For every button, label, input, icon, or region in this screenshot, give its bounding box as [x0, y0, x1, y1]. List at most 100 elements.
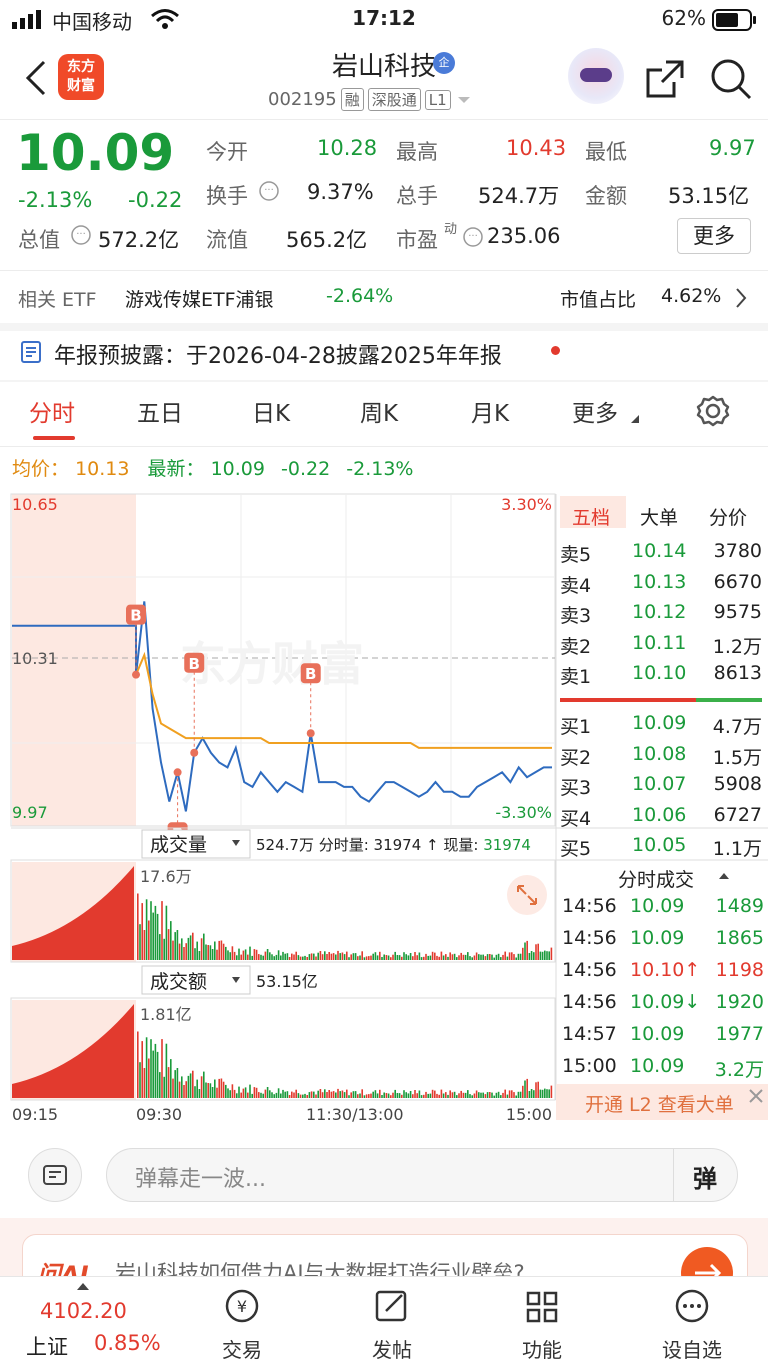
level-volume: 5908 — [713, 773, 762, 795]
change-amount: -0.22 — [128, 188, 183, 212]
buy-level-row[interactable]: 买5 10.05 1.1万 — [560, 834, 764, 864]
related-etf-row[interactable]: 相关 ETF 游戏传媒ETF浦银 -2.64% 市值占比 4.62% — [0, 271, 768, 323]
share-icon[interactable] — [644, 58, 686, 100]
close-icon[interactable] — [746, 1086, 766, 1106]
volume-bar — [467, 1090, 469, 1098]
volume-bar — [420, 957, 423, 960]
expand-icon[interactable] — [507, 875, 547, 915]
stock-subtitle[interactable]: 002195 融 深股通 L1 — [268, 88, 473, 111]
index-name[interactable]: 上证 — [26, 1331, 68, 1361]
volume-bar — [238, 1086, 240, 1098]
search-icon[interactable] — [708, 56, 754, 102]
volume-bar — [341, 1090, 344, 1098]
tab-five-day[interactable]: 五日 — [137, 394, 183, 428]
tab-daily-k[interactable]: 日K — [252, 394, 290, 428]
sell-level-row[interactable]: 卖3 10.12 9575 — [560, 601, 764, 631]
chat-list-icon — [43, 1165, 67, 1185]
danmu-toggle-button[interactable]: 弹 — [693, 1159, 717, 1194]
volume-bar — [196, 941, 198, 960]
volume-bar — [460, 952, 462, 960]
volume-bar — [500, 1095, 502, 1098]
comment-placeholder: 弹幕走一波... — [135, 1167, 266, 1192]
tab-more[interactable]: 更多 — [572, 394, 618, 428]
volume-bar — [167, 929, 170, 960]
ai-assistant-avatar[interactable] — [568, 48, 624, 104]
low-label: 最低 — [585, 140, 627, 164]
volume-bar — [517, 953, 520, 960]
tab-monthly-k[interactable]: 月K — [471, 394, 509, 428]
sell-pressure-bar — [560, 698, 696, 702]
tab-intraday[interactable]: 分时 — [29, 394, 75, 428]
market-cap-label: 总值 — [18, 228, 60, 252]
volume-bar — [187, 937, 190, 960]
volume-bar — [297, 1093, 300, 1098]
volume-bar — [330, 1091, 333, 1098]
settings-gear-icon[interactable] — [696, 394, 730, 428]
volume-bar — [172, 940, 174, 960]
orderbook-tab-big[interactable]: 大单 — [640, 503, 678, 530]
buy-level-row[interactable]: 买3 10.07 5908 — [560, 773, 764, 803]
volume-bar — [159, 934, 161, 960]
volume-bar — [526, 1078, 528, 1098]
sort-up-icon[interactable] — [718, 871, 730, 881]
buy-pressure-bar — [696, 698, 762, 702]
volume-bar — [407, 1093, 410, 1098]
level-label: 买1 — [560, 716, 592, 738]
sell-level-row[interactable]: 卖1 10.10 8613 — [560, 662, 764, 692]
volume-bar — [251, 955, 253, 960]
sell-level-row[interactable]: 卖5 10.14 3780 — [560, 540, 764, 570]
tab-trade[interactable]: ¥ 交易 — [192, 1287, 292, 1363]
tick-time: 14:56 — [562, 895, 617, 917]
last-label: 最新： — [147, 458, 205, 480]
volume-bar — [550, 947, 553, 960]
volume-bar — [200, 938, 203, 960]
ai-go-button[interactable] — [681, 1247, 733, 1278]
intraday-chart-area[interactable]: 东方财富 10.65 3.30% 10.31 9.97 -3.30% BBBB … — [0, 490, 768, 1130]
volume-bar — [286, 1091, 289, 1098]
comment-input[interactable]: 弹幕走一波... 弹 — [106, 1148, 738, 1202]
volume-bar — [524, 1080, 526, 1098]
sell-level-row[interactable]: 卖2 10.11 1.2万 — [560, 632, 764, 662]
volume-bar — [178, 943, 181, 960]
info-icon[interactable]: ··· — [462, 226, 484, 248]
buy-level-row[interactable]: 买1 10.09 4.7万 — [560, 712, 764, 742]
volume-bar — [216, 949, 218, 960]
l2-upgrade-link[interactable]: 开通 L2 查看大单 — [585, 1090, 734, 1117]
info-icon[interactable]: ··· — [70, 224, 92, 246]
volume-bar — [343, 954, 346, 960]
volume-bar — [482, 954, 484, 960]
tab-functions[interactable]: 功能 — [492, 1287, 592, 1363]
buy-marker-label: B — [130, 607, 141, 625]
volume-bar — [238, 948, 240, 960]
volume-bar — [218, 940, 220, 960]
info-icon[interactable]: ··· — [258, 180, 280, 202]
amount-title: 成交额 — [150, 971, 207, 993]
quote-panel: 10.09 -2.13% -0.22 今开 10.28 最高 10.43 最低 … — [0, 120, 768, 270]
annual-report-notice[interactable]: 年报预披露：于2026-04-28披露2025年年报 — [0, 324, 768, 380]
tab-post[interactable]: 发帖 — [342, 1287, 442, 1363]
comment-list-button[interactable] — [28, 1148, 82, 1202]
ai-question-banner[interactable]: 问AI 岩山科技如何借力AI与大数据打造行业壁垒? — [0, 1218, 768, 1278]
index-value[interactable]: 4102.20 — [40, 1299, 127, 1323]
volume-bar — [317, 952, 319, 960]
level-price: 10.11 — [632, 631, 687, 654]
volume-bar — [348, 957, 350, 960]
volume-bar — [346, 951, 348, 960]
amount-label: 金额 — [585, 184, 627, 208]
buy-level-row[interactable]: 买2 10.08 1.5万 — [560, 743, 764, 773]
sell-level-row[interactable]: 卖4 10.13 6670 — [560, 571, 764, 601]
volume-bar — [247, 954, 249, 960]
more-button[interactable]: 更多 — [677, 218, 751, 254]
buy-level-row[interactable]: 买4 10.06 6727 — [560, 804, 764, 834]
tab-add-watchlist[interactable]: 设自选 — [642, 1287, 742, 1363]
volume-bar — [544, 950, 546, 960]
volume-bar — [211, 949, 214, 960]
volume-bar — [511, 1090, 513, 1098]
orderbook-tab-price[interactable]: 分价 — [709, 503, 747, 530]
turnover-label: 换手 — [206, 184, 248, 208]
tab-weekly-k[interactable]: 周K — [360, 394, 398, 428]
more-dots-icon — [675, 1289, 709, 1323]
index-pct[interactable]: 0.85% — [94, 1331, 161, 1355]
volume-bar — [183, 1085, 185, 1098]
orderbook-tab-five[interactable]: 五档 — [572, 503, 610, 530]
